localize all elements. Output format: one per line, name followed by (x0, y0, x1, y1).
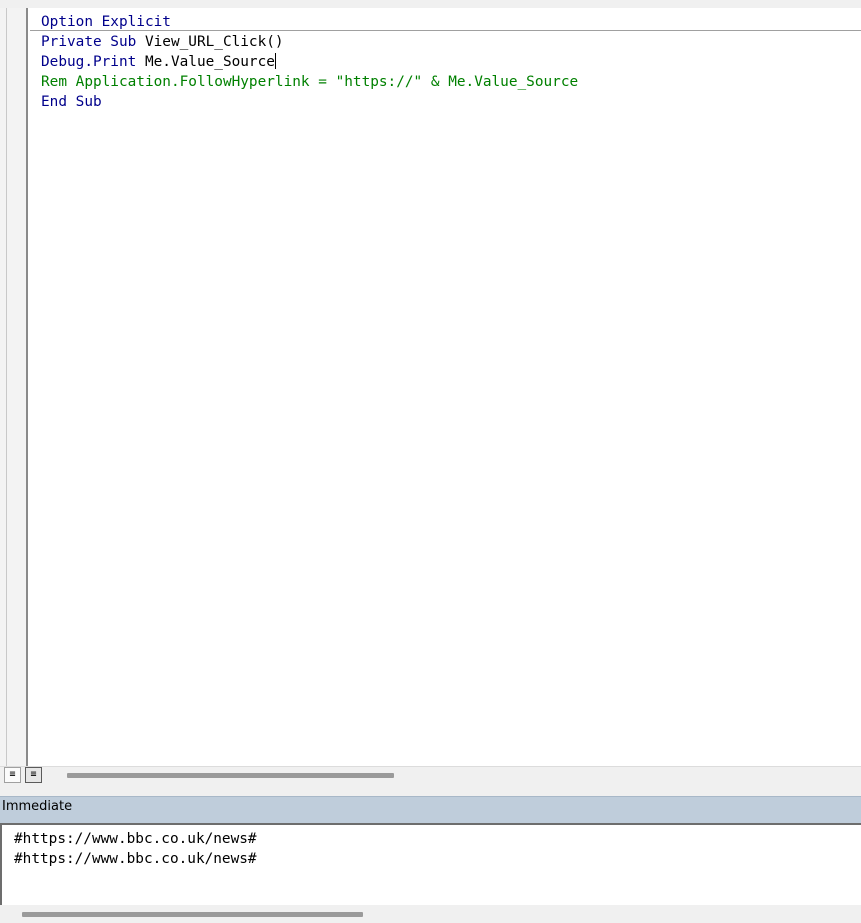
code-horizontal-scrollbar[interactable]: ≡ ≡ (0, 766, 861, 784)
procedure-view-button[interactable]: ≡ (4, 767, 21, 783)
immediate-window-title[interactable]: Immediate (0, 796, 861, 823)
code-token: Rem Application.FollowHyperlink = "https… (41, 74, 579, 90)
code-line[interactable]: Debug.Print Me.Value_Source (41, 52, 861, 72)
procedure-view-icon: ≡ (9, 769, 16, 780)
text-caret (274, 53, 276, 69)
code-line[interactable]: Option Explicit (41, 12, 861, 32)
full-module-view-icon: ≡ (30, 769, 37, 780)
code-window[interactable]: Option Explicit Private Sub View_URL_Clic… (0, 8, 861, 766)
code-editor[interactable]: Option Explicit Private Sub View_URL_Clic… (41, 12, 861, 112)
code-line[interactable]: Rem Application.FollowHyperlink = "https… (41, 72, 861, 92)
code-line[interactable]: Private Sub View_URL_Click() (41, 32, 861, 52)
code-token: End Sub (41, 94, 102, 110)
immediate-line: #https://www.bbc.co.uk/news# (14, 831, 257, 847)
code-token: Option Explicit (41, 14, 171, 30)
immediate-horizontal-scrollbar[interactable] (0, 905, 861, 923)
code-line[interactable]: End Sub (41, 92, 861, 112)
immediate-line: #https://www.bbc.co.uk/news# (14, 851, 257, 867)
immediate-output[interactable]: #https://www.bbc.co.uk/news# #https://www… (14, 829, 257, 869)
code-token: Debug.Print (41, 54, 145, 70)
code-scroll-thumb[interactable] (67, 773, 394, 778)
immediate-window[interactable]: #https://www.bbc.co.uk/news# #https://www… (0, 823, 861, 905)
immediate-scroll-thumb[interactable] (22, 912, 363, 917)
margin-indicator-bar[interactable] (0, 8, 28, 766)
pane-splitter[interactable] (0, 783, 861, 796)
code-token: View_URL_Click() (144, 34, 284, 50)
code-token: Me.Value_Source (144, 54, 275, 70)
code-token: Private Sub (41, 34, 145, 50)
full-module-view-button[interactable]: ≡ (25, 767, 42, 783)
